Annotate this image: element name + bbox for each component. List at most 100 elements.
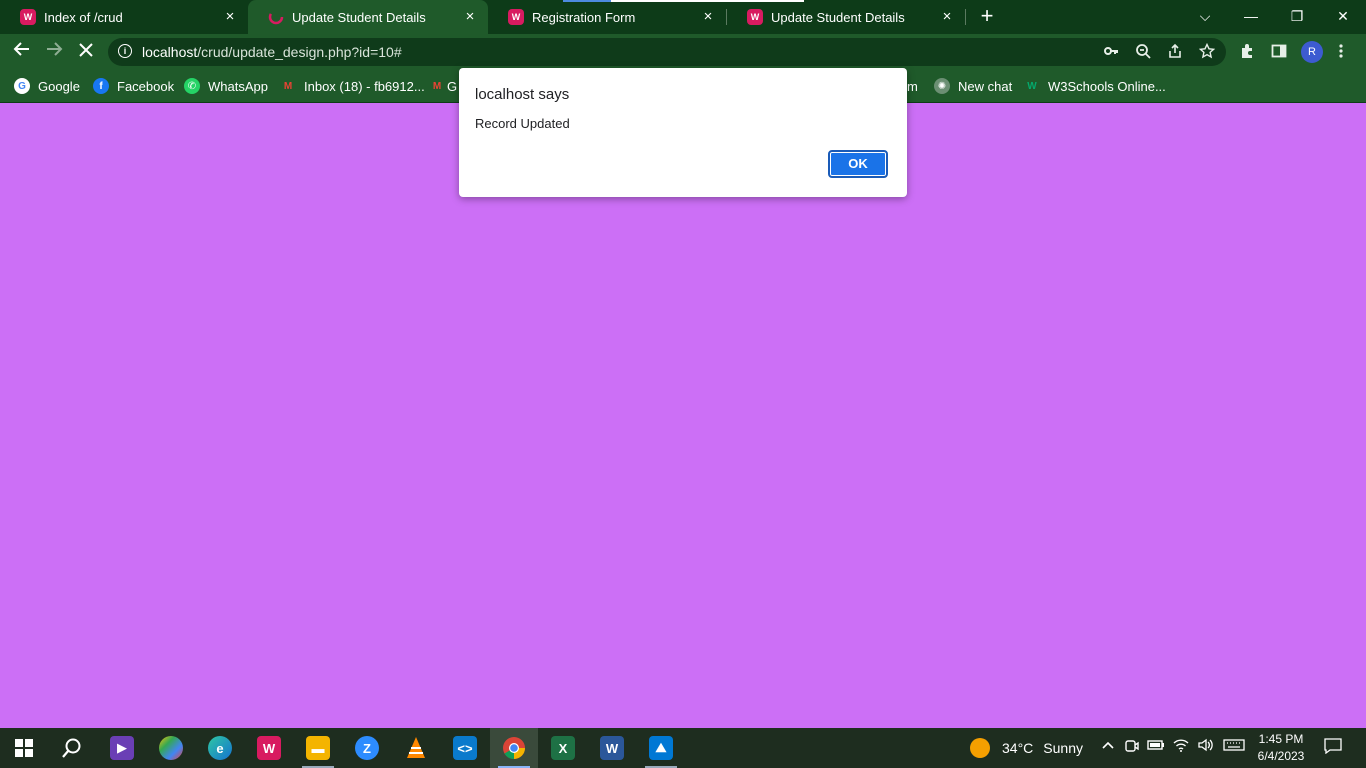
taskbar-edge[interactable]: e (196, 728, 244, 768)
wifi-icon[interactable] (1171, 738, 1191, 755)
bookmark-partial[interactable]: m (907, 76, 918, 96)
chrome-menu-icon[interactable] (1332, 43, 1350, 61)
share-icon[interactable] (1166, 43, 1184, 61)
gmail-icon: M (432, 80, 442, 92)
clock-date: 6/4/2023 (1257, 749, 1305, 763)
volume-icon[interactable] (1195, 738, 1215, 755)
bookmark-google[interactable]: G Google (14, 76, 80, 96)
back-arrow-icon (13, 42, 29, 56)
bookmark-whatsapp[interactable]: ✆ WhatsApp (184, 76, 268, 96)
profile-avatar[interactable]: R (1301, 41, 1323, 63)
tab-search-icon[interactable]: ⌵ (1182, 0, 1228, 32)
battery-icon[interactable] (1146, 738, 1166, 755)
bookmark-star-icon[interactable] (1198, 42, 1216, 61)
url-text[interactable]: localhost/crud/update_design.php?id=10# (142, 44, 402, 60)
google-icon: G (14, 78, 30, 94)
bookmark-label: Inbox (18) - fb6912... (304, 78, 425, 94)
paint-icon (159, 736, 183, 760)
taskbar-excel[interactable]: X (539, 728, 587, 768)
edge-icon: e (208, 736, 232, 760)
bookmark-label: Google (38, 78, 80, 94)
bookmark-w3schools[interactable]: W W3Schools Online... (1024, 76, 1166, 96)
search-icon (62, 738, 81, 758)
bookmark-gmail-inbox[interactable]: M Inbox (18) - fb6912... (280, 76, 425, 96)
taskbar-vscode[interactable]: <> (441, 728, 489, 768)
tab-update-student-details[interactable]: W Update Student Details × (727, 0, 965, 34)
facebook-icon: f (93, 78, 109, 94)
taskbar-zoom[interactable]: Z (343, 728, 391, 768)
taskbar-paint[interactable] (147, 728, 195, 768)
weather-condition: Sunny (1043, 740, 1083, 756)
vlc-icon (407, 737, 425, 758)
gmail-icon: M (283, 80, 293, 92)
chatgpt-icon: ✺ (934, 78, 950, 94)
word-icon: W (600, 736, 624, 760)
wamp-favicon-icon: W (20, 9, 36, 25)
side-panel-icon[interactable] (1270, 43, 1288, 61)
bookmark-facebook[interactable]: f Facebook (93, 76, 174, 96)
start-icon (15, 739, 33, 757)
site-info-icon[interactable]: i (118, 44, 132, 58)
weather-widget[interactable]: 34°C Sunny (970, 736, 1083, 760)
bookmark-gmail-2[interactable]: M G (429, 76, 457, 96)
taskbar-file-explorer[interactable]: ▬ (294, 728, 342, 768)
taskbar-chrome[interactable] (490, 728, 538, 768)
weather-temp: 34°C (1002, 740, 1034, 756)
show-hidden-icons-chevron-icon[interactable] (1098, 738, 1118, 755)
keyboard-icon[interactable] (1222, 738, 1246, 755)
dialog-title: localhost says (475, 86, 570, 103)
extensions-puzzle-icon[interactable] (1238, 43, 1256, 61)
forward-button[interactable] (42, 40, 66, 64)
tab-strip: W Index of /crud × Update Student Detail… (0, 0, 1366, 34)
taskbar-word[interactable]: W (588, 728, 636, 768)
chrome-icon (503, 737, 525, 759)
zoom-icon: Z (355, 736, 379, 760)
taskbar-photos[interactable]: ⛰ (637, 728, 685, 768)
tab-close-icon[interactable]: × (700, 9, 716, 25)
loading-spinner-icon (268, 9, 284, 25)
forward-arrow-icon (47, 42, 63, 56)
meet-now-icon[interactable] (1122, 738, 1142, 757)
taskbar-vlc[interactable] (392, 728, 440, 768)
tab-update-student-details-active[interactable]: Update Student Details × (248, 0, 488, 34)
browser-toolbar: i localhost/crud/update_design.php?id=10… (0, 34, 1366, 70)
vscode-icon: <> (453, 736, 477, 760)
tab-close-icon[interactable]: × (462, 9, 478, 25)
stop-loading-button[interactable] (74, 40, 98, 64)
new-tab-button[interactable]: + (976, 5, 998, 27)
minimize-button[interactable]: — (1228, 0, 1274, 32)
wamp-favicon-icon: W (747, 9, 763, 25)
tab-title: Update Student Details (771, 9, 905, 25)
tab-index-of-crud[interactable]: W Index of /crud × (0, 0, 248, 34)
wamp-favicon-icon: W (508, 9, 524, 25)
close-window-button[interactable]: ✕ (1320, 0, 1366, 32)
restore-button[interactable]: ❐ (1274, 0, 1320, 32)
tab-close-icon[interactable]: × (222, 9, 238, 25)
ok-button[interactable]: OK (828, 150, 888, 178)
excel-icon: X (551, 736, 575, 760)
taskbar-visual-studio[interactable]: ▶ (98, 728, 146, 768)
taskbar-wamp[interactable]: W (245, 728, 293, 768)
bookmark-label: m (907, 78, 918, 94)
tab-registration-form[interactable]: W Registration Form × (488, 0, 726, 34)
tab-title: Registration Form (532, 9, 636, 25)
system-clock[interactable]: 1:45 PM 6/4/2023 (1250, 731, 1312, 765)
bookmark-new-chat[interactable]: ✺ New chat (934, 76, 1012, 96)
address-bar[interactable]: i localhost/crud/update_design.php?id=10… (108, 38, 1226, 66)
w3schools-icon: W (1027, 80, 1037, 92)
back-button[interactable] (10, 40, 34, 64)
notifications-icon[interactable] (1322, 738, 1344, 757)
zoom-icon[interactable] (1134, 43, 1152, 61)
bookmark-label: G (447, 78, 458, 94)
dialog-message: Record Updated (475, 116, 570, 131)
bookmark-label: W3Schools Online... (1048, 78, 1166, 94)
photos-icon: ⛰ (649, 736, 673, 760)
bookmark-label: WhatsApp (208, 78, 268, 94)
taskbar-search[interactable] (48, 728, 96, 768)
bookmark-label: New chat (958, 78, 1013, 94)
key-icon[interactable] (1102, 43, 1120, 61)
tab-close-icon[interactable]: × (939, 9, 955, 25)
start-button[interactable] (0, 728, 48, 768)
url-path: /crud/update_design.php?id=10# (197, 44, 402, 60)
clock-time: 1:45 PM (1258, 732, 1304, 746)
